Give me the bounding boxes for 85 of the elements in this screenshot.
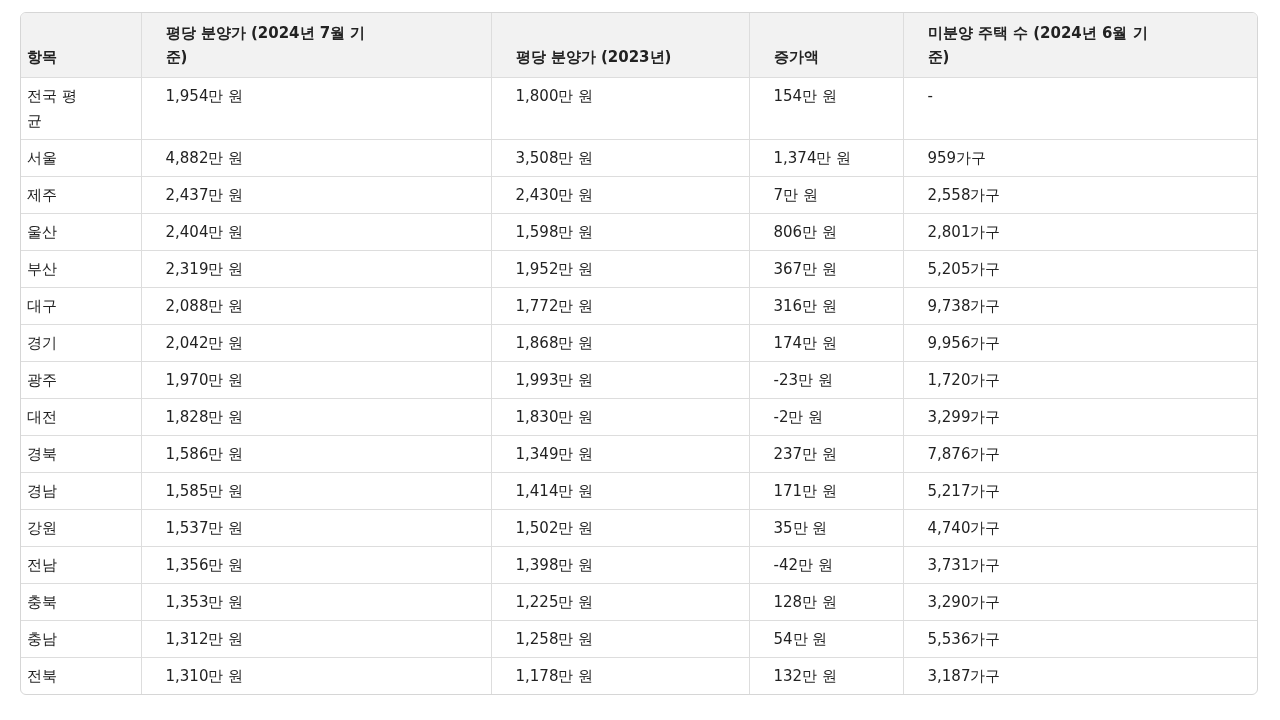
table-cell: 대구 (21, 287, 141, 325)
table-cell: 대전 (21, 398, 141, 436)
table-cell: 1,828만 원 (141, 398, 491, 436)
table-cell: 1,954만 원 (141, 77, 491, 140)
table-cell: 서울 (21, 139, 141, 177)
table-cell: 2,558가구 (903, 176, 1257, 214)
table-cell: - (903, 77, 1257, 140)
table-cell: -2만 원 (749, 398, 903, 436)
table-cell: 2,404만 원 (141, 213, 491, 251)
table-cell: 1,868만 원 (491, 324, 749, 362)
table-cell: 경북 (21, 435, 141, 473)
table-cell: 1,414만 원 (491, 472, 749, 510)
table-cell: 3,187가구 (903, 657, 1257, 694)
table-cell: 174만 원 (749, 324, 903, 362)
table-cell: 2,042만 원 (141, 324, 491, 362)
table-cell: 4,740가구 (903, 509, 1257, 547)
table-cell: 9,956가구 (903, 324, 1257, 362)
table-cell: 1,349만 원 (491, 435, 749, 473)
table-cell: 1,178만 원 (491, 657, 749, 694)
table-cell: 1,720가구 (903, 361, 1257, 399)
table-cell: 1,993만 원 (491, 361, 749, 399)
table-cell: -42만 원 (749, 546, 903, 584)
table-cell: 3,290가구 (903, 583, 1257, 621)
table-cell: 전북 (21, 657, 141, 694)
table-cell: 전남 (21, 546, 141, 584)
table-cell: 3,299가구 (903, 398, 1257, 436)
table-cell: 1,952만 원 (491, 250, 749, 288)
table-cell: 2,319만 원 (141, 250, 491, 288)
table-cell: 1,398만 원 (491, 546, 749, 584)
table-cell: 2,801가구 (903, 213, 1257, 251)
table-cell: 1,970만 원 (141, 361, 491, 399)
table-cell: 128만 원 (749, 583, 903, 621)
column-header: 증가액 (749, 13, 903, 78)
table-cell: 1,586만 원 (141, 435, 491, 473)
table-cell: 1,585만 원 (141, 472, 491, 510)
table-cell: 5,536가구 (903, 620, 1257, 658)
table-cell: 1,598만 원 (491, 213, 749, 251)
table-cell: 316만 원 (749, 287, 903, 325)
table-cell: 1,502만 원 (491, 509, 749, 547)
table-cell: 1,374만 원 (749, 139, 903, 177)
table-cell: 237만 원 (749, 435, 903, 473)
table-cell: 171만 원 (749, 472, 903, 510)
table-cell: 부산 (21, 250, 141, 288)
table-cell: 1,310만 원 (141, 657, 491, 694)
table-cell: 3,508만 원 (491, 139, 749, 177)
table-cell: 2,088만 원 (141, 287, 491, 325)
table-cell: 경남 (21, 472, 141, 510)
table-cell: 1,225만 원 (491, 583, 749, 621)
column-header: 평당 분양가 (2023년) (491, 13, 749, 78)
table-cell: 959가구 (903, 139, 1257, 177)
table-cell: 7만 원 (749, 176, 903, 214)
table-cell: 1,830만 원 (491, 398, 749, 436)
table-cell: 1,356만 원 (141, 546, 491, 584)
table-cell: 1,772만 원 (491, 287, 749, 325)
table-cell: 2,430만 원 (491, 176, 749, 214)
table-cell: 경기 (21, 324, 141, 362)
table-cell: 충남 (21, 620, 141, 658)
table-cell: 2,437만 원 (141, 176, 491, 214)
table-cell: 5,205가구 (903, 250, 1257, 288)
table-cell: 1,800만 원 (491, 77, 749, 140)
table-cell: 전국 평균 (21, 77, 141, 140)
column-header: 미분양 주택 수 (2024년 6월 기준) (903, 13, 1257, 78)
table-cell: 54만 원 (749, 620, 903, 658)
table-cell: 충북 (21, 583, 141, 621)
table-cell: 806만 원 (749, 213, 903, 251)
table-cell: 1,537만 원 (141, 509, 491, 547)
table-cell: 1,258만 원 (491, 620, 749, 658)
table-cell: 9,738가구 (903, 287, 1257, 325)
column-header: 항목 (21, 13, 141, 78)
table-cell: 35만 원 (749, 509, 903, 547)
table-cell: 154만 원 (749, 77, 903, 140)
table-cell: 7,876가구 (903, 435, 1257, 473)
table-cell: 132만 원 (749, 657, 903, 694)
table-cell: 울산 (21, 213, 141, 251)
table-cell: 3,731가구 (903, 546, 1257, 584)
table-cell: 4,882만 원 (141, 139, 491, 177)
table-cell: 제주 (21, 176, 141, 214)
table-cell: 5,217가구 (903, 472, 1257, 510)
column-header: 평당 분양가 (2024년 7월 기준) (141, 13, 491, 78)
table-cell: 1,353만 원 (141, 583, 491, 621)
table-cell: 강원 (21, 509, 141, 547)
table-cell: 367만 원 (749, 250, 903, 288)
table-cell: 광주 (21, 361, 141, 399)
table-cell: 1,312만 원 (141, 620, 491, 658)
table-cell: -23만 원 (749, 361, 903, 399)
